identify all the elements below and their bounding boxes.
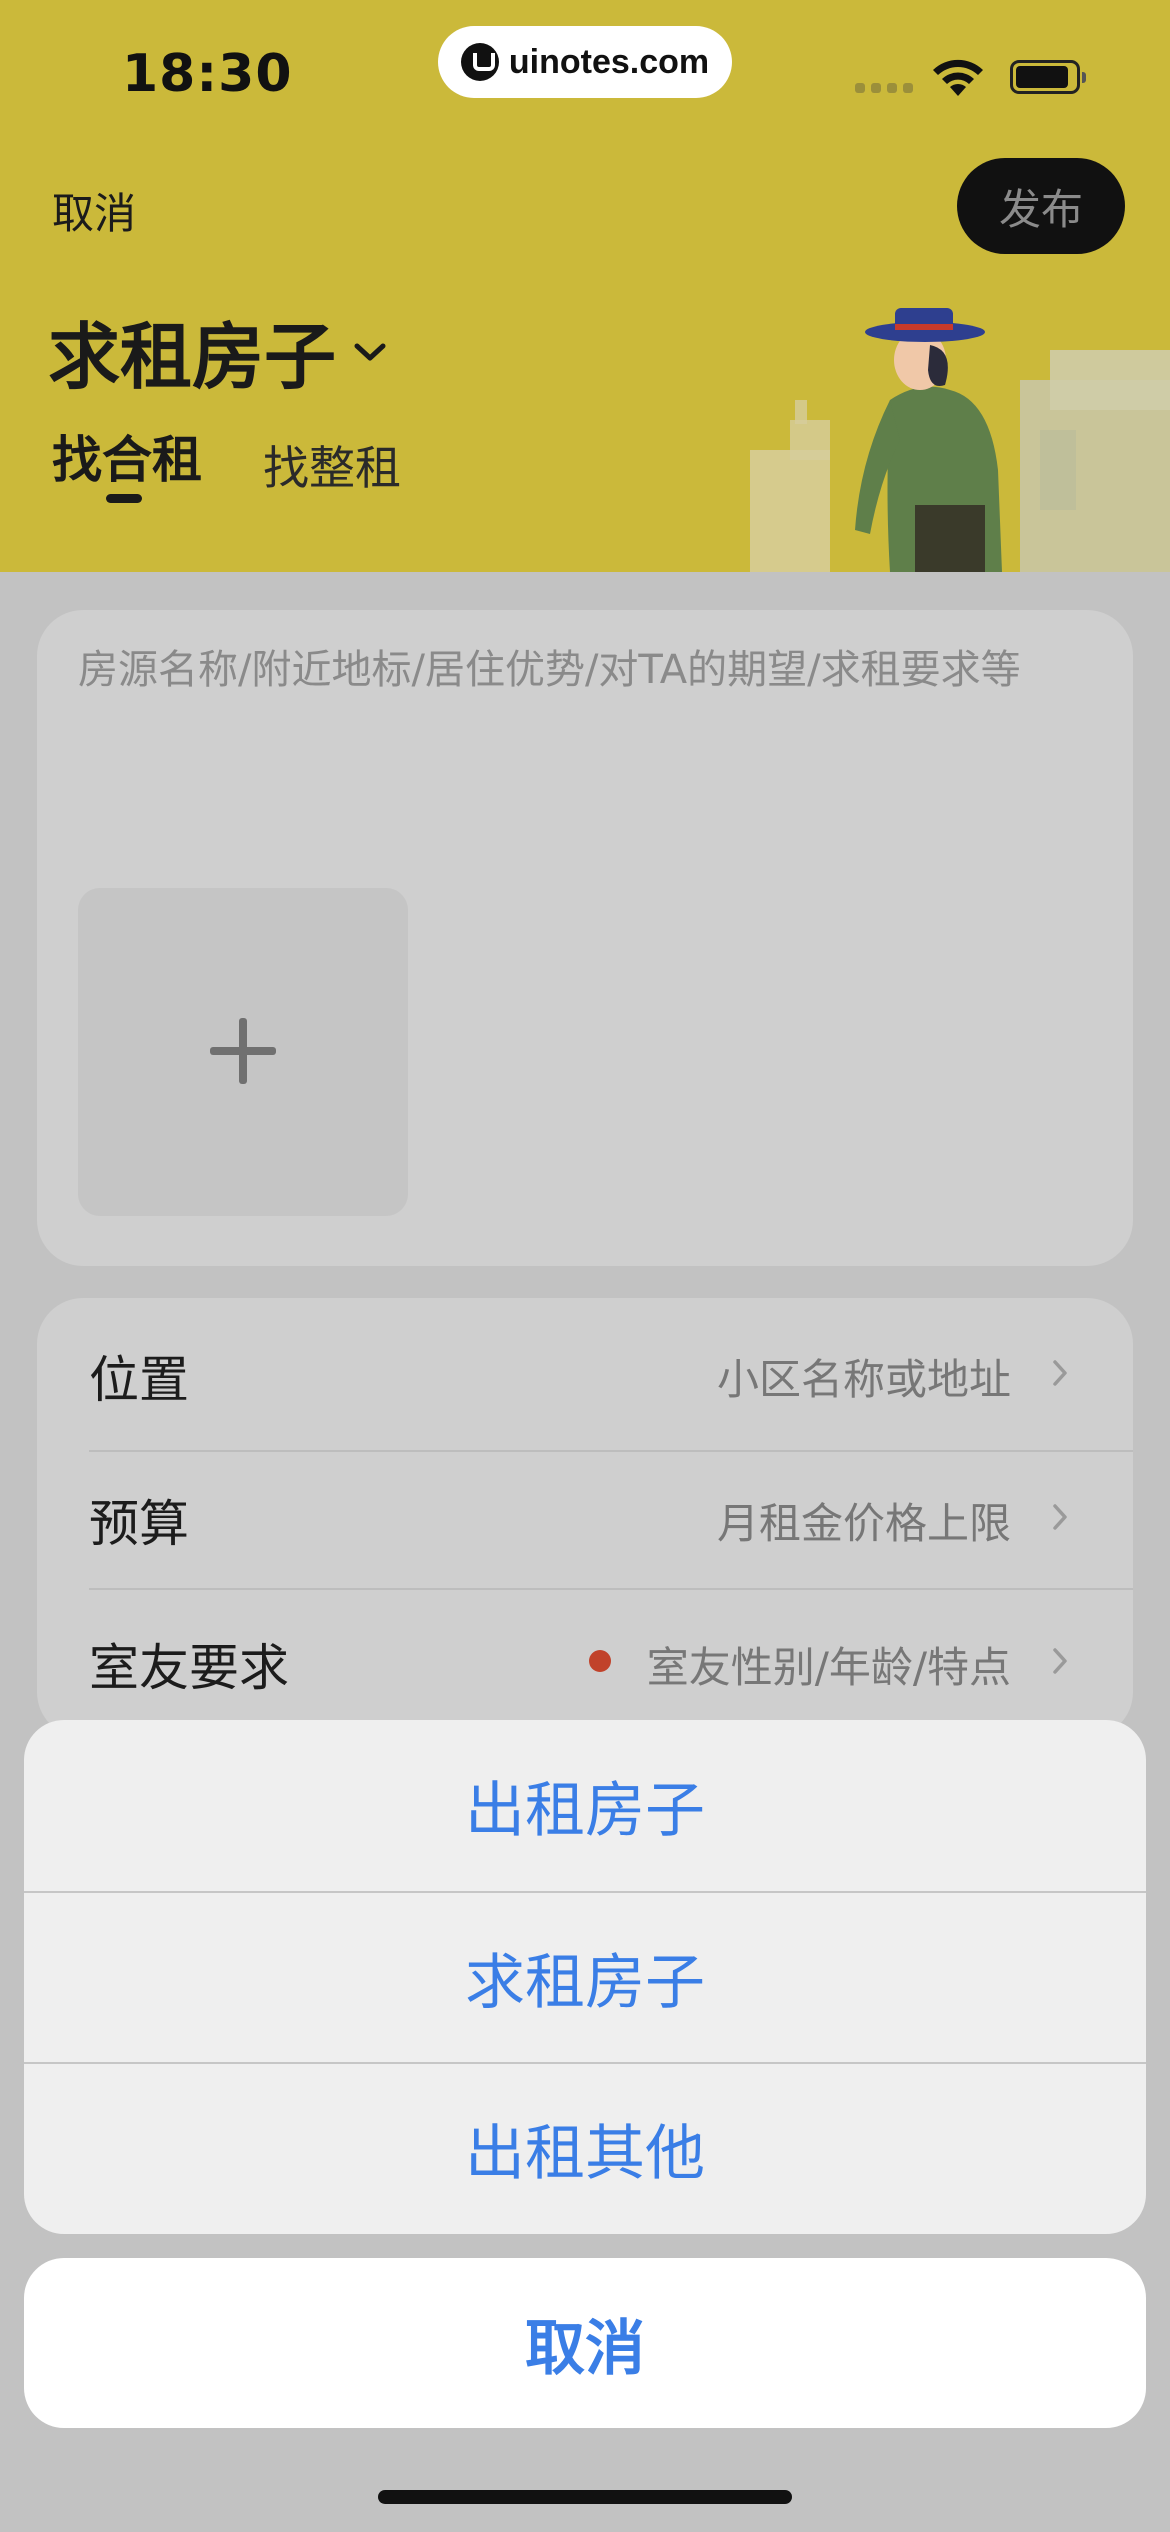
header: 18:30 uinotes.com 取消 发布 求租房子 找合租 找整租: [0, 0, 1170, 572]
row-value: 月租金价格上限: [716, 1499, 1011, 1548]
chevron-right-icon: [1053, 1648, 1067, 1674]
battery-icon: [1010, 60, 1086, 94]
cellular-signal-icon: [855, 83, 913, 93]
uinotes-logo-icon: [460, 43, 499, 81]
chevron-right-icon: [1053, 1504, 1067, 1530]
form-row-roommate[interactable]: 室友要求 室友性别/年龄/特点: [37, 1586, 1133, 1730]
status-time: 18:30: [122, 44, 293, 104]
page-title[interactable]: 求租房子: [48, 298, 336, 403]
sheet-cancel-button[interactable]: 取消: [24, 2258, 1146, 2428]
option-seek-house[interactable]: 求租房子: [24, 1892, 1146, 2063]
tab-whole-rent[interactable]: 找整租: [263, 432, 401, 498]
character-illustration: [750, 308, 1170, 572]
action-sheet: 出租房子 求租房子 出租其他: [24, 1720, 1146, 2234]
chevron-down-icon[interactable]: [352, 340, 388, 364]
row-label: 预算: [89, 1495, 189, 1553]
add-photo-button[interactable]: [78, 888, 408, 1216]
option-rent-out-house[interactable]: 出租房子: [24, 1720, 1146, 1891]
chevron-right-icon: [1053, 1360, 1067, 1386]
wifi-icon: [933, 59, 983, 96]
row-value: 小区名称或地址: [716, 1355, 1011, 1404]
form-card: 位置 小区名称或地址 预算 月租金价格上限 室友要求 室友性别/年龄/特点: [37, 1298, 1133, 1738]
row-value: 室友性别/年龄/特点: [646, 1643, 1011, 1692]
screen: 18:30 uinotes.com 取消 发布 求租房子 找合租 找整租 房源名…: [0, 0, 1170, 2532]
form-row-location[interactable]: 位置 小区名称或地址: [37, 1298, 1133, 1442]
tab-shared-rent[interactable]: 找合租: [52, 420, 202, 492]
row-label: 位置: [89, 1351, 189, 1409]
watermark: uinotes.com: [438, 26, 732, 98]
required-dot: [589, 1650, 611, 1672]
home-indicator[interactable]: [378, 2490, 792, 2504]
plus-icon: [210, 1018, 276, 1084]
watermark-text: uinotes.com: [508, 42, 710, 81]
form-row-budget[interactable]: 预算 月租金价格上限: [37, 1442, 1133, 1586]
tab-active-indicator: [106, 494, 142, 503]
cancel-link[interactable]: 取消: [52, 180, 136, 241]
row-label: 室友要求: [89, 1639, 289, 1697]
publish-button[interactable]: 发布: [957, 158, 1125, 254]
option-rent-out-other[interactable]: 出租其他: [24, 2063, 1146, 2234]
description-input[interactable]: 房源名称/附近地标/居住优势/对TA的期望/求租要求等: [78, 640, 1078, 700]
